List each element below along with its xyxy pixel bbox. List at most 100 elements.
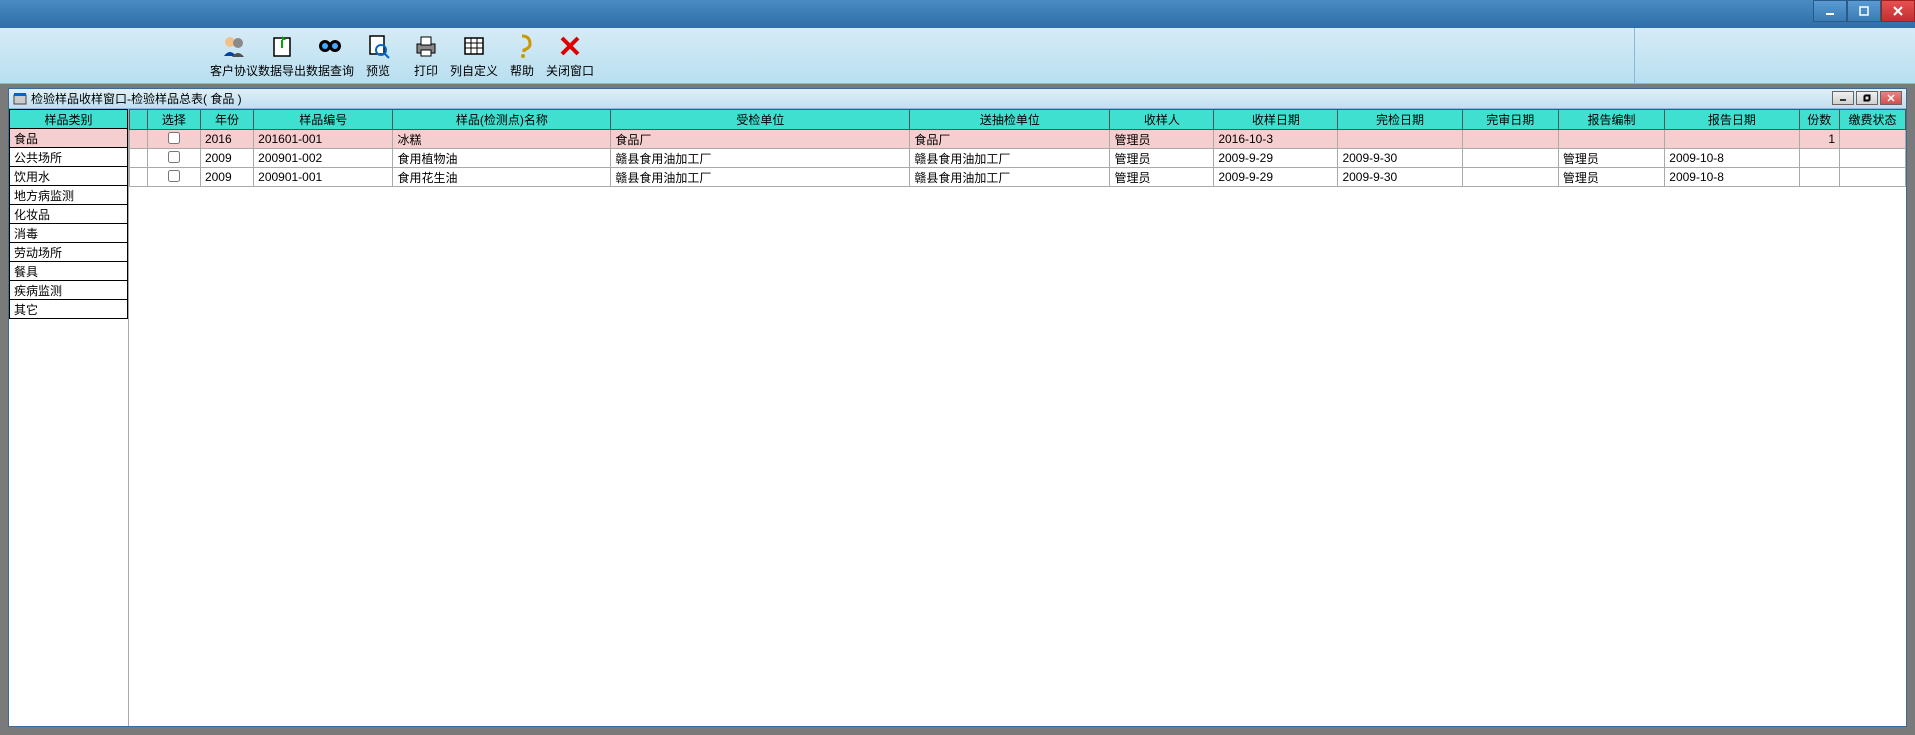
people-icon (220, 32, 248, 60)
sidebar-item[interactable]: 地方病监测 (9, 186, 128, 205)
cell-fdate[interactable]: 2009-9-30 (1338, 168, 1462, 187)
sidebar-item[interactable]: 食品 (9, 129, 128, 148)
sidebar-item[interactable]: 消毒 (9, 224, 128, 243)
cell-send[interactable]: 赣县食用油加工厂 (910, 168, 1110, 187)
sidebar-item[interactable]: 饮用水 (9, 167, 128, 186)
toolbar-label: 打印 (414, 62, 438, 79)
cell-author[interactable]: 管理员 (1558, 168, 1664, 187)
column-header[interactable]: 样品编号 (254, 110, 393, 130)
table-row[interactable]: 2009200901-001食用花生油赣县食用油加工厂赣县食用油加工厂管理员20… (130, 168, 1906, 187)
cell-pay[interactable] (1840, 149, 1906, 168)
column-header[interactable]: 收样人 (1110, 110, 1214, 130)
cell-name[interactable]: 食用植物油 (393, 149, 611, 168)
maximize-icon (1858, 5, 1870, 17)
row-checkbox-cell[interactable] (147, 168, 200, 187)
cell-code[interactable]: 200901-002 (254, 149, 393, 168)
cell-author[interactable] (1558, 130, 1664, 149)
column-header[interactable]: 样品(检测点)名称 (393, 110, 611, 130)
column-header[interactable]: 份数 (1799, 110, 1840, 130)
column-header[interactable]: 报告日期 (1665, 110, 1799, 130)
child-restore-button[interactable] (1856, 91, 1878, 105)
outer-window-titlebar (0, 0, 1915, 28)
row-checkbox[interactable] (168, 132, 180, 144)
toolbar-customer-agreement-button[interactable]: 客户协议 (210, 30, 258, 82)
columns-icon (460, 32, 488, 60)
table-row[interactable]: 2009200901-002食用植物油赣县食用油加工厂赣县食用油加工厂管理员20… (130, 149, 1906, 168)
child-close-button[interactable] (1880, 91, 1902, 105)
cell-send[interactable]: 食品厂 (910, 130, 1110, 149)
cell-pay[interactable] (1840, 168, 1906, 187)
row-checkbox-cell[interactable] (147, 130, 200, 149)
data-grid[interactable]: 选择年份样品编号样品(检测点)名称受检单位送抽检单位收样人收样日期完检日期完审日… (129, 109, 1906, 726)
cell-insp[interactable]: 赣县食用油加工厂 (611, 149, 910, 168)
close-red-icon (556, 32, 584, 60)
toolbar-columns-button[interactable]: 列自定义 (450, 30, 498, 82)
toolbar-export-button[interactable]: 数据导出 (258, 30, 306, 82)
toolbar-search-button[interactable]: 数据查询 (306, 30, 354, 82)
cell-count[interactable]: 1 (1799, 130, 1840, 149)
outer-minimize-button[interactable] (1813, 0, 1847, 22)
cell-adate[interactable] (1462, 130, 1558, 149)
cell-code[interactable]: 201601-001 (254, 130, 393, 149)
row-checkbox[interactable] (168, 151, 180, 163)
child-window-titlebar[interactable]: 检验样品收样窗口-检验样品总表( 食品 ) (9, 89, 1906, 109)
column-header[interactable]: 完审日期 (1462, 110, 1558, 130)
cell-rdate[interactable]: 2009-10-8 (1665, 149, 1799, 168)
cell-year[interactable]: 2009 (200, 149, 253, 168)
column-header[interactable]: 收样日期 (1214, 110, 1338, 130)
cell-sdate[interactable]: 2016-10-3 (1214, 130, 1338, 149)
column-header[interactable]: 受检单位 (611, 110, 910, 130)
cell-pay[interactable] (1840, 130, 1906, 149)
sidebar-item[interactable]: 化妆品 (9, 205, 128, 224)
cell-count[interactable] (1799, 149, 1840, 168)
toolbar-label: 客户协议 (210, 62, 258, 79)
column-header[interactable]: 选择 (147, 110, 200, 130)
cell-sampler[interactable]: 管理员 (1110, 149, 1214, 168)
sidebar-item[interactable]: 劳动场所 (9, 243, 128, 262)
cell-fdate[interactable]: 2009-9-30 (1338, 149, 1462, 168)
column-header[interactable]: 完检日期 (1338, 110, 1462, 130)
cell-adate[interactable] (1462, 168, 1558, 187)
table-row[interactable]: 2016201601-001冰糕食品厂食品厂管理员2016-10-31 (130, 130, 1906, 149)
cell-adate[interactable] (1462, 149, 1558, 168)
cell-count[interactable] (1799, 168, 1840, 187)
cell-insp[interactable]: 赣县食用油加工厂 (611, 168, 910, 187)
toolbar-label: 关闭窗口 (546, 62, 594, 79)
cell-insp[interactable]: 食品厂 (611, 130, 910, 149)
child-minimize-button[interactable] (1832, 91, 1854, 105)
cell-send[interactable]: 赣县食用油加工厂 (910, 149, 1110, 168)
row-checkbox-cell[interactable] (147, 149, 200, 168)
toolbar-separator (1634, 28, 1635, 83)
cell-name[interactable]: 冰糕 (393, 130, 611, 149)
cell-author[interactable]: 管理员 (1558, 149, 1664, 168)
cell-sdate[interactable]: 2009-9-29 (1214, 168, 1338, 187)
cell-sampler[interactable]: 管理员 (1110, 130, 1214, 149)
outer-maximize-button[interactable] (1847, 0, 1881, 22)
cell-sdate[interactable]: 2009-9-29 (1214, 149, 1338, 168)
cell-sampler[interactable]: 管理员 (1110, 168, 1214, 187)
toolbar-print-button[interactable]: 打印 (402, 30, 450, 82)
toolbar-preview-button[interactable]: 预览 (354, 30, 402, 82)
column-header[interactable]: 报告编制 (1558, 110, 1664, 130)
cell-fdate[interactable] (1338, 130, 1462, 149)
column-header[interactable]: 送抽检单位 (910, 110, 1110, 130)
column-header[interactable]: 年份 (200, 110, 253, 130)
cell-rdate[interactable]: 2009-10-8 (1665, 168, 1799, 187)
export-icon (268, 32, 296, 60)
toolbar-label: 帮助 (510, 62, 534, 79)
sidebar-item[interactable]: 公共场所 (9, 148, 128, 167)
column-header[interactable]: 缴费状态 (1840, 110, 1906, 130)
toolbar-close-window-button[interactable]: 关闭窗口 (546, 30, 594, 82)
toolbar-help-button[interactable]: 帮助 (498, 30, 546, 82)
cell-year[interactable]: 2009 (200, 168, 253, 187)
minimize-icon (1824, 5, 1836, 17)
outer-close-button[interactable] (1881, 0, 1915, 22)
row-checkbox[interactable] (168, 170, 180, 182)
sidebar-item[interactable]: 其它 (9, 300, 128, 319)
cell-year[interactable]: 2016 (200, 130, 253, 149)
cell-code[interactable]: 200901-001 (254, 168, 393, 187)
sidebar-item[interactable]: 餐具 (9, 262, 128, 281)
sidebar-item[interactable]: 疾病监测 (9, 281, 128, 300)
cell-rdate[interactable] (1665, 130, 1799, 149)
cell-name[interactable]: 食用花生油 (393, 168, 611, 187)
